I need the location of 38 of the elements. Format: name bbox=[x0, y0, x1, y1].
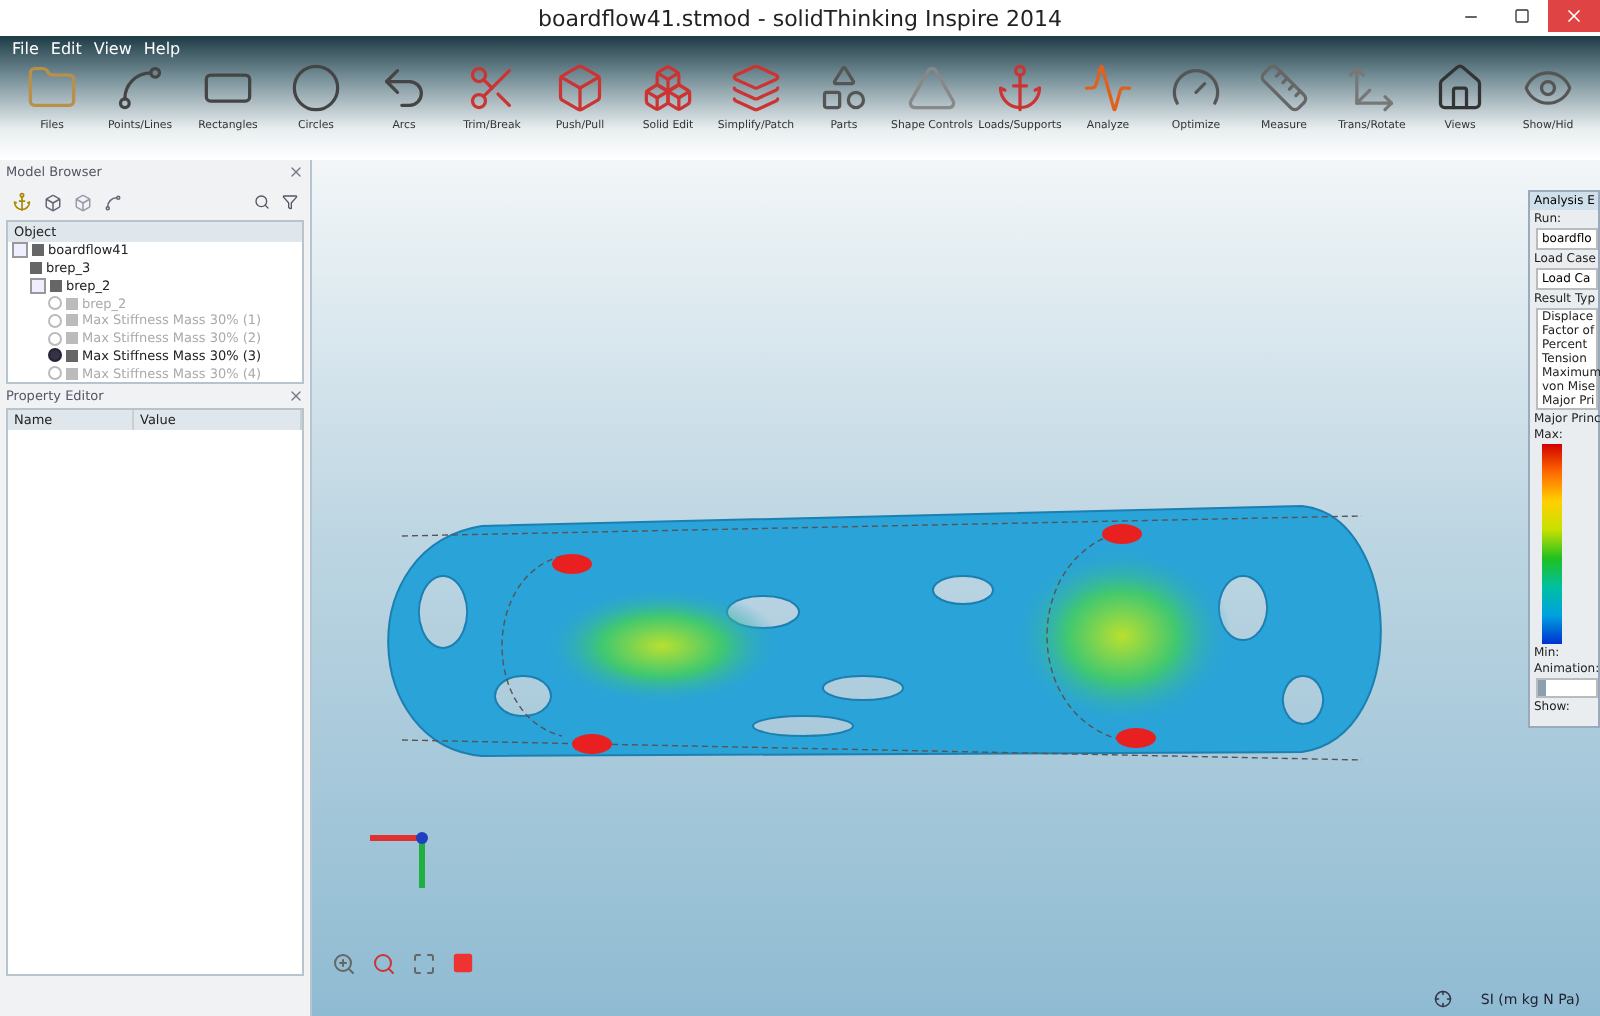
menu-item[interactable]: Edit bbox=[50, 40, 82, 58]
close-button[interactable] bbox=[1548, 0, 1600, 32]
search-icon[interactable] bbox=[254, 194, 270, 210]
close-icon[interactable] bbox=[288, 388, 304, 404]
layers-icon bbox=[730, 62, 782, 114]
anchor-icon bbox=[994, 62, 1046, 114]
house-icon bbox=[1434, 62, 1486, 114]
zoom-in-icon[interactable] bbox=[332, 952, 356, 976]
zoom-icon[interactable] bbox=[372, 952, 396, 976]
menu-item[interactable]: File bbox=[12, 40, 39, 58]
slider-thumb[interactable] bbox=[1538, 680, 1546, 696]
circle-icon bbox=[290, 62, 342, 114]
crosshair-icon[interactable] bbox=[1434, 990, 1453, 1008]
ruler-icon bbox=[1258, 62, 1310, 114]
cube-icon bbox=[554, 62, 606, 114]
window-title: boardflow41.stmod - solidThinking Inspire 2014 bbox=[537, 5, 1063, 31]
cube-icon[interactable] bbox=[74, 193, 92, 211]
radio-button[interactable] bbox=[48, 348, 62, 363]
shapes-icon bbox=[818, 62, 870, 114]
menu-item[interactable]: Help bbox=[143, 40, 181, 58]
activity-icon bbox=[1082, 62, 1134, 114]
animation-slider[interactable] bbox=[1536, 678, 1598, 698]
polyline-icon bbox=[114, 62, 166, 114]
close-icon bbox=[1564, 6, 1584, 26]
expander-toggle[interactable] bbox=[12, 242, 28, 259]
spline-icon[interactable] bbox=[104, 193, 122, 211]
cubes-icon bbox=[642, 62, 694, 114]
filter-icon[interactable] bbox=[282, 194, 298, 210]
expander-toggle[interactable] bbox=[30, 277, 46, 294]
move-icon bbox=[1346, 62, 1398, 114]
fit-view-icon[interactable] bbox=[412, 952, 436, 976]
maximize-icon bbox=[1514, 8, 1530, 24]
close-icon[interactable] bbox=[288, 164, 304, 180]
anchor-icon[interactable] bbox=[12, 192, 32, 212]
triangle-icon bbox=[906, 62, 958, 114]
square-icon[interactable] bbox=[452, 952, 474, 974]
menu-item[interactable]: View bbox=[93, 40, 132, 58]
cube-icon[interactable] bbox=[44, 193, 62, 211]
